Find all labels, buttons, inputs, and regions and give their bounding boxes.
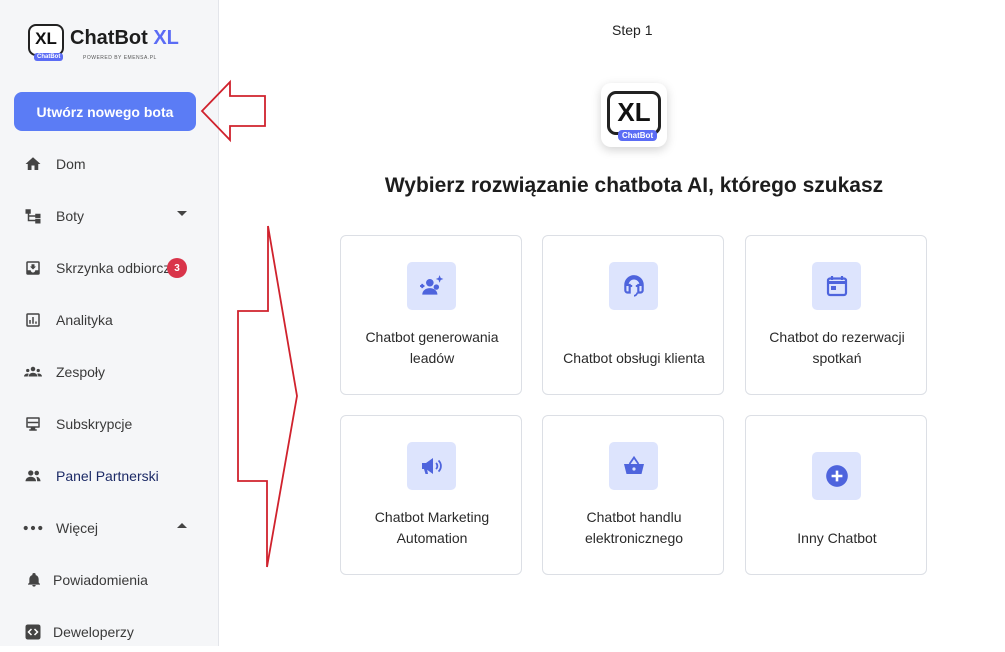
card-marketing-automation[interactable]: Chatbot Marketing Automation (340, 415, 522, 575)
card-label-line1: Chatbot do rezerwacji (769, 329, 905, 345)
sidebar-item-home[interactable]: Dom (0, 144, 218, 184)
headset-icon (609, 262, 658, 310)
sidebar-item-label: Więcej (56, 520, 99, 536)
bots-tree-icon (23, 206, 43, 226)
sidebar-item-analytics[interactable]: Analityka (0, 300, 218, 340)
teams-icon (23, 362, 43, 382)
card-other-chatbot[interactable]: Inny Chatbot (745, 415, 927, 575)
step-indicator: Step 1 (612, 22, 653, 38)
card-customer-service[interactable]: Chatbot obsługi klienta (542, 235, 724, 395)
card-label-line2: elektronicznego (584, 530, 684, 546)
card-lead-generation[interactable]: Chatbot generowania leadów (340, 235, 522, 395)
hero-logo: XL ChatBot (601, 83, 667, 147)
annotation-arrow-down (237, 225, 298, 568)
sidebar-item-more[interactable]: Więcej (0, 508, 218, 548)
calendar-icon (812, 262, 861, 310)
home-icon (23, 154, 43, 174)
card-label-line1: Inny Chatbot (797, 530, 877, 546)
logo-wordmark: ChatBot XL (70, 27, 179, 49)
card-ecommerce[interactable]: Chatbot handlu elektronicznego (542, 415, 724, 575)
create-new-bot-button[interactable]: Utwórz nowego bota (14, 92, 196, 131)
more-dots-icon (23, 518, 43, 538)
sidebar-item-label: Analityka (56, 312, 113, 328)
sidebar-item-label: Powiadomienia (53, 572, 148, 588)
sidebar-item-label: Deweloperzy (53, 624, 134, 640)
sidebar-item-label: Dom (56, 156, 86, 172)
sidebar-item-label: Skrzynka odbiorcza (56, 260, 179, 276)
sidebar-item-bots[interactable]: Boty (0, 196, 218, 236)
bell-icon (24, 570, 44, 590)
card-label-line1: Chatbot handlu (586, 509, 682, 525)
card-appointment-booking[interactable]: Chatbot do rezerwacji spotkań (745, 235, 927, 395)
analytics-icon (23, 310, 43, 330)
sidebar-item-developers[interactable]: Deweloperzy (0, 612, 218, 652)
sidebar-item-label: Zespoły (56, 364, 106, 380)
basket-icon (609, 442, 658, 490)
logo-powered-by: POWERED BY EMENSA.PL (83, 55, 157, 61)
megaphone-icon (407, 442, 456, 490)
add-user-sparkle-icon (407, 262, 456, 310)
card-label-line1: Chatbot Marketing (374, 509, 490, 525)
chevron-down-icon[interactable] (177, 211, 187, 216)
sidebar-item-partner-panel[interactable]: Panel Partnerski (0, 456, 218, 496)
inbox-count-badge: 3 (167, 258, 187, 278)
card-label-line2: leadów (409, 350, 455, 366)
page-title: Wybierz rozwiązanie chatbota AI, którego… (384, 174, 884, 197)
sidebar-item-subscriptions[interactable]: Subskrypcje (0, 404, 218, 444)
partners-icon (23, 466, 43, 486)
plus-circle-icon (812, 452, 861, 500)
inbox-icon (23, 258, 43, 278)
sidebar-item-inbox[interactable]: Skrzynka odbiorcza (0, 248, 188, 288)
sidebar-item-label: Panel Partnerski (56, 468, 159, 484)
card-label-line1: Chatbot generowania (365, 329, 499, 345)
subscriptions-icon (23, 414, 43, 434)
sidebar-item-label: Subskrypcje (56, 416, 133, 432)
sidebar-item-label: Boty (56, 208, 85, 224)
logo-name-main: ChatBot (70, 27, 148, 49)
logo-name-accent: XL (153, 27, 179, 49)
chevron-up-icon[interactable] (177, 523, 187, 528)
logo-badge-text: XL (35, 29, 57, 48)
card-label-line2: Automation (396, 530, 468, 546)
hero-logo-sub: ChatBot (618, 130, 658, 141)
code-icon (23, 622, 43, 642)
sidebar-item-notifications[interactable]: Powiadomienia (0, 560, 218, 600)
card-label-line2: spotkań (812, 350, 862, 366)
logo-badge: XL ChatBot (28, 24, 64, 61)
hero-logo-badge: XL ChatBot (607, 91, 661, 141)
sidebar-item-teams[interactable]: Zespoły (0, 352, 218, 392)
hero-logo-text: XL (617, 97, 651, 127)
logo-badge-sub: ChatBot (34, 53, 64, 61)
sidebar: XL ChatBot ChatBot XL POWERED BY EMENSA.… (0, 0, 219, 646)
card-label-line1: Chatbot obsługi klienta (563, 350, 705, 366)
